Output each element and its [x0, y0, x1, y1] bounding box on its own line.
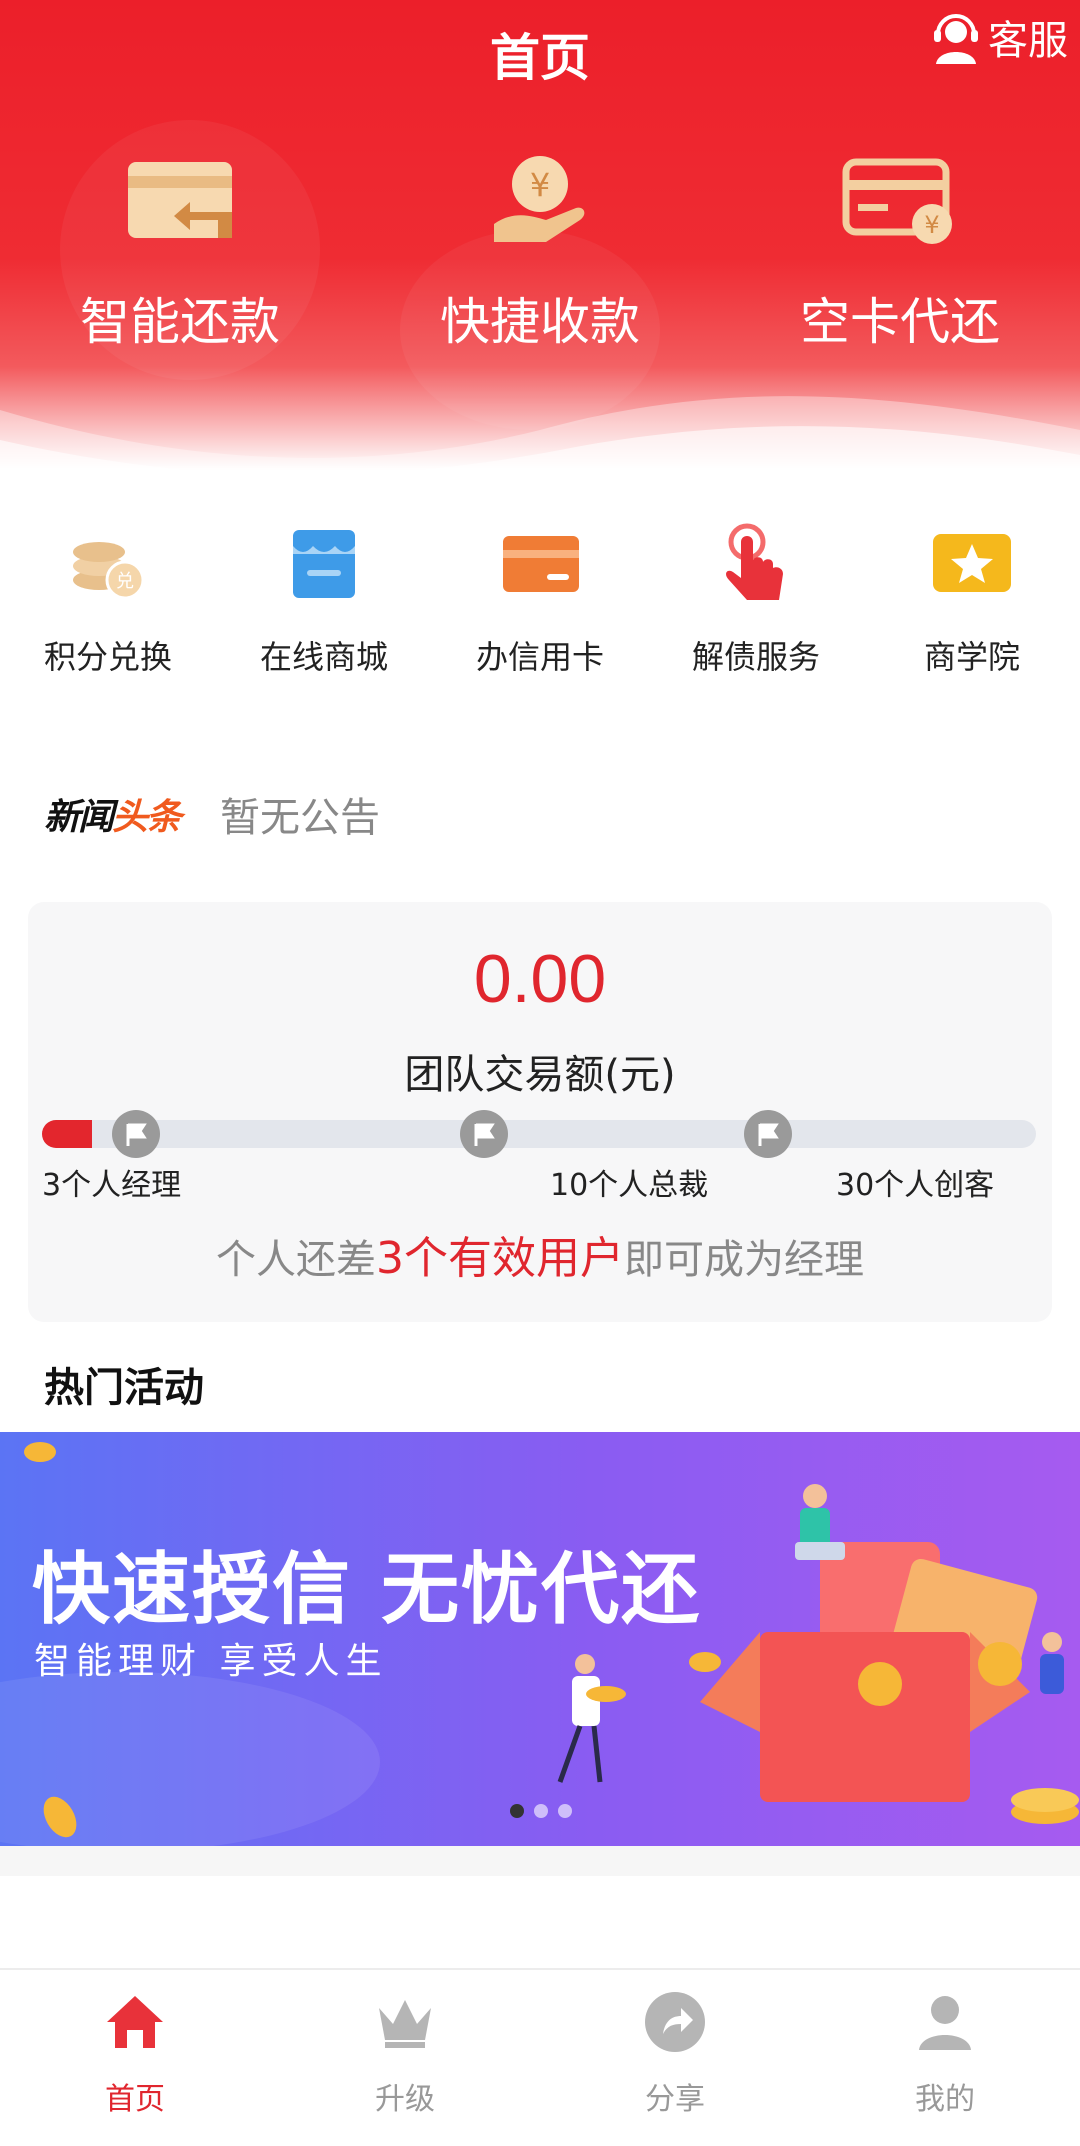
flag-icon [744, 1110, 792, 1158]
carousel-dot[interactable] [534, 1804, 548, 1818]
svg-text:¥: ¥ [924, 211, 939, 239]
tab-mine[interactable]: 我的 [810, 1970, 1080, 2126]
svg-text:兑: 兑 [116, 571, 134, 592]
progress-fill [42, 1120, 92, 1148]
top-tools: 智能还款 ¥ 快捷收款 ¥ 空卡代还 [0, 150, 1080, 354]
grid-item-label: 办信用卡 [475, 638, 604, 676]
tab-label: 升级 [375, 2082, 435, 2117]
carousel-dot[interactable] [558, 1804, 572, 1818]
customer-service-button[interactable]: 客服 [930, 8, 1068, 66]
headset-user-icon [934, 14, 978, 64]
grid-item-apply-credit-card[interactable]: 办信用卡 [432, 520, 648, 678]
page-title: 首页 [490, 29, 590, 87]
tab-label: 我的 [915, 2082, 975, 2117]
news-text: 暂无公告 [220, 795, 381, 841]
hint-suffix: 即可成为经理 [624, 1237, 864, 1283]
team-amount: 0.00 [473, 941, 607, 1017]
milestone-label: 30个人创客 [836, 1168, 995, 1203]
carousel-dots[interactable] [510, 1804, 572, 1818]
wave-decoration [0, 396, 1080, 470]
bottom-tab-bar: 首页 升级 分享 我的 [0, 1968, 1080, 2126]
grid-item-label: 商学院 [923, 638, 1020, 676]
store-icon [293, 530, 355, 598]
coins-exchange-icon: 兑 [73, 542, 145, 600]
news-logo: 新闻头条 [44, 788, 182, 840]
promo-banner[interactable]: 快速授信 无忧代还 智能理财 享受人生 [0, 1432, 1080, 1846]
card-yuan-icon: ¥ [842, 158, 952, 244]
milestone-label: 3个人经理 [42, 1168, 182, 1203]
section-title-hot-activities: 热门活动 [44, 1365, 204, 1411]
divider-strip [0, 1846, 1080, 1876]
service-grid: 兑 积分兑换 在线商城 办信用卡 解债服务 商学院 [0, 520, 1080, 678]
grid-item-label: 解债服务 [691, 638, 820, 676]
tool-label: 空卡代还 [800, 293, 1000, 351]
tool-label: 智能还款 [80, 293, 280, 351]
flag-icon [460, 1110, 508, 1158]
customer-service-label: 客服 [988, 18, 1068, 64]
progress-track [42, 1110, 1036, 1158]
grid-item-business-school[interactable]: 商学院 [864, 520, 1080, 678]
team-amount-label: 团队交易额(元) [404, 1052, 676, 1098]
grid-item-label: 积分兑换 [43, 638, 172, 676]
team-progress-card: 0.00 团队交易额(元) 3个人经理 10个人总裁 30个人创客 个人还差3个… [28, 902, 1052, 1322]
tool-empty-card-repay[interactable]: ¥ 空卡代还 [720, 150, 1080, 354]
hint-highlight: 3个有效用户 [376, 1233, 624, 1284]
share-icon [645, 1992, 705, 2052]
tab-label: 分享 [645, 2082, 705, 2117]
news-ticker[interactable]: 新闻头条 暂无公告 [44, 785, 380, 843]
banner-subline: 智能理财 享受人生 [34, 1641, 388, 1682]
grid-item-points-exchange[interactable]: 兑 积分兑换 [0, 520, 216, 678]
tab-upgrade[interactable]: 升级 [270, 1970, 540, 2126]
milestone-label: 10个人总裁 [550, 1168, 709, 1203]
tap-finger-icon [726, 523, 783, 600]
grid-item-debt-service[interactable]: 解债服务 [648, 520, 864, 678]
tool-smart-repay[interactable]: 智能还款 [0, 150, 360, 354]
banner-headline: 快速授信 无忧代还 [32, 1545, 702, 1635]
tab-label: 首页 [105, 2082, 165, 2117]
grid-item-label: 在线商城 [259, 638, 388, 676]
hand-yuan-coin-icon: ¥ [494, 156, 585, 242]
tool-quick-pay[interactable]: ¥ 快捷收款 [360, 150, 720, 354]
star-icon [933, 534, 1011, 592]
crown-icon [379, 2000, 431, 2048]
card-return-icon [128, 162, 232, 238]
credit-card-icon [503, 536, 579, 592]
hint-prefix: 个人还差 [216, 1237, 376, 1283]
grid-item-online-store[interactable]: 在线商城 [216, 520, 432, 678]
tool-label: 快捷收款 [440, 293, 640, 351]
svg-text:¥: ¥ [530, 166, 550, 204]
tab-home[interactable]: 首页 [0, 1970, 270, 2126]
flag-icon [112, 1110, 160, 1158]
tab-share[interactable]: 分享 [540, 1970, 810, 2126]
upgrade-hint: 个人还差3个有效用户即可成为经理 [28, 1222, 1052, 1286]
carousel-dot[interactable] [510, 1804, 524, 1818]
news-logo-black: 新闻 [44, 797, 114, 838]
user-icon [919, 1996, 971, 2050]
home-icon [107, 1996, 163, 2048]
news-logo-orange: 头条 [112, 797, 182, 838]
